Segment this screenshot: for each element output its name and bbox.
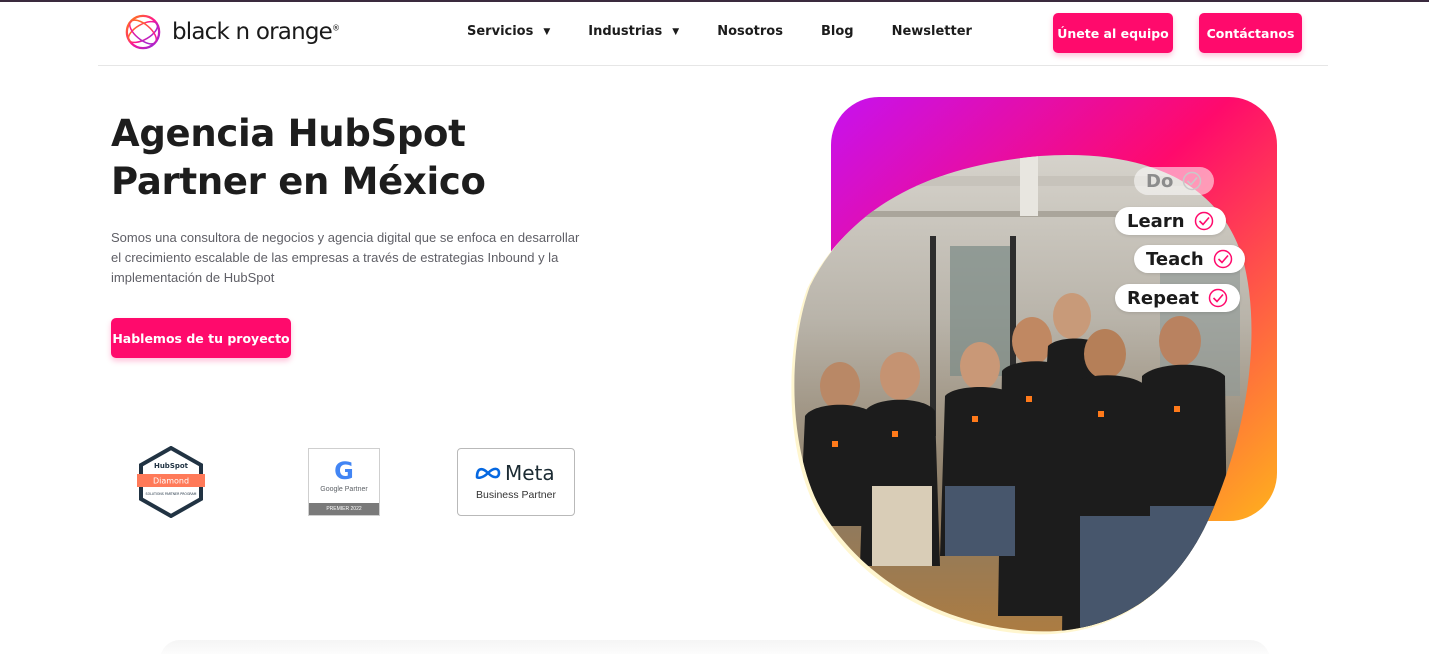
hero-title: Agencia HubSpot Partner en México	[111, 110, 486, 206]
site-header: black n orange® Servicios ▼ Industrias ▼…	[98, 2, 1328, 66]
caret-down-icon: ▼	[543, 26, 551, 37]
project-cta-button[interactable]: Hablemos de tu proyecto	[111, 318, 291, 358]
nav-servicios[interactable]: Servicios ▼	[467, 24, 550, 39]
google-partner-badge: G Google Partner PREMIER 2022	[308, 448, 380, 516]
logo-text: black n orange®	[172, 19, 340, 45]
hubspot-diamond-badge: HubSpot Diamond SOLUTIONS PARTNER PROGRA…	[135, 445, 207, 519]
hero-description: Somos una consultora de negocios y agenc…	[111, 230, 580, 285]
pill-learn: Learn	[1115, 207, 1226, 235]
nav-servicios-label: Servicios	[467, 24, 534, 39]
nav-industrias-label: Industrias	[588, 24, 663, 39]
pill-learn-label: Learn	[1127, 210, 1185, 232]
pill-do-label: Do	[1146, 170, 1174, 192]
nav-industrias[interactable]: Industrias ▼	[588, 24, 679, 39]
hubspot-badge-brand: HubSpot	[154, 462, 189, 470]
logo-wordmark: black n orange	[172, 19, 333, 45]
meta-wordmark: Meta	[505, 461, 555, 485]
nav-nosotros[interactable]: Nosotros	[717, 24, 783, 39]
google-partner-footer: PREMIER 2022	[309, 503, 379, 515]
pill-repeat-label: Repeat	[1127, 287, 1199, 309]
meta-infinity-icon	[475, 467, 501, 480]
hubspot-badge-tier: Diamond	[153, 477, 189, 486]
hero-title-line-1: Agencia HubSpot	[111, 112, 466, 155]
check-circle-icon	[1213, 249, 1232, 269]
check-circle-icon	[1194, 211, 1213, 231]
caret-down-icon: ▼	[672, 26, 680, 37]
google-partner-text: Google Partner	[320, 486, 368, 493]
meta-business-partner-badge: Meta Business Partner	[457, 448, 575, 516]
logo-registered-mark: ®	[332, 23, 340, 33]
meta-logo: Meta	[474, 461, 555, 485]
hubspot-badge-icon: HubSpot Diamond SOLUTIONS PARTNER PROGRA…	[137, 445, 205, 519]
nav-newsletter-label: Newsletter	[891, 24, 972, 39]
nav-newsletter[interactable]: Newsletter	[892, 24, 972, 39]
pill-teach: Teach	[1134, 245, 1245, 273]
nav-blog-label: Blog	[820, 24, 854, 39]
contact-button[interactable]: Contáctanos	[1199, 13, 1302, 53]
join-team-button[interactable]: Únete al equipo	[1053, 13, 1173, 53]
main-nav: Servicios ▼ Industrias ▼ Nosotros Blog N…	[467, 24, 1010, 39]
meta-partner-text: Business Partner	[476, 489, 556, 501]
pill-repeat: Repeat	[1115, 284, 1240, 312]
hubspot-badge-line: SOLUTIONS PARTNER PROGRAM	[146, 492, 197, 496]
pill-teach-label: Teach	[1146, 248, 1204, 270]
check-circle-icon	[1183, 171, 1202, 191]
pill-do: Do	[1134, 167, 1215, 195]
logo-globe-icon	[125, 14, 161, 50]
brand-logo[interactable]: black n orange®	[124, 13, 340, 51]
next-section-edge	[160, 640, 1270, 654]
nav-blog[interactable]: Blog	[821, 24, 854, 39]
hero-title-line-2: Partner en México	[111, 160, 486, 203]
nav-nosotros-label: Nosotros	[717, 24, 783, 39]
hero-visual: Do Learn Teach Repeat	[780, 96, 1280, 636]
check-circle-icon	[1208, 288, 1228, 308]
google-g-icon: G	[334, 457, 354, 485]
